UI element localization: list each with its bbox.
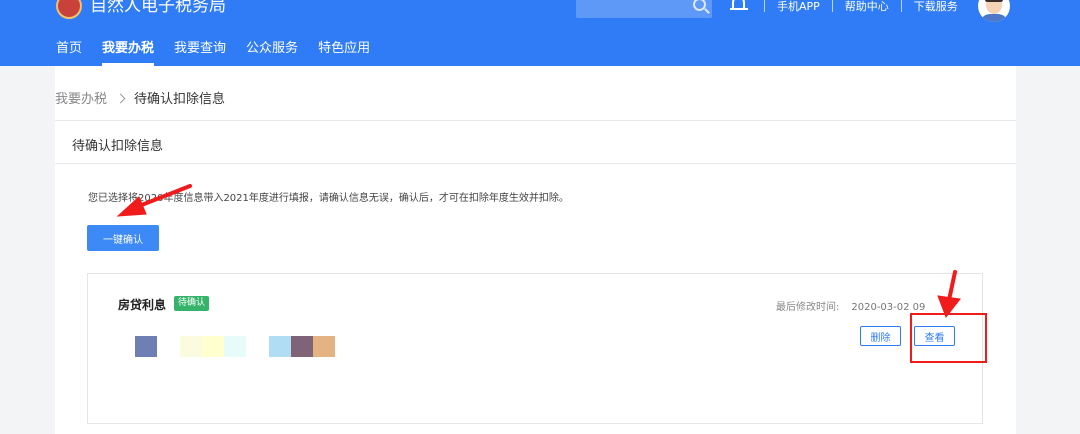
red-arrow-icon — [116, 184, 961, 319]
